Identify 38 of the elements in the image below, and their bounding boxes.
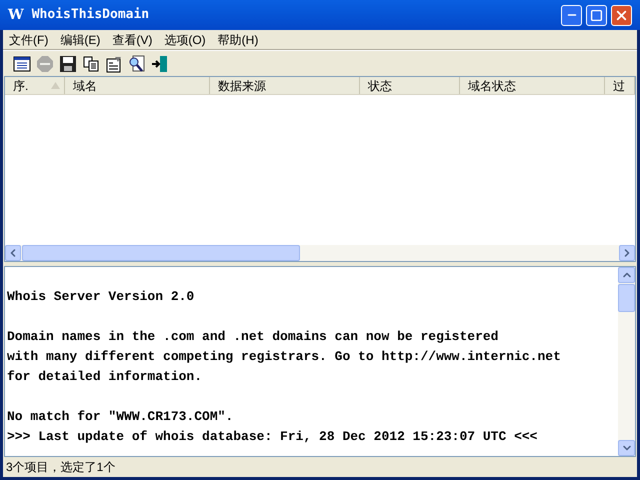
magnifier-document-icon[interactable] (128, 54, 146, 72)
maximize-icon (590, 8, 603, 22)
output-line: with many different competing registrars. Go to http://www.internic.net (7, 348, 562, 366)
exit-door-icon[interactable] (151, 54, 169, 72)
scroll-down-button[interactable] (618, 440, 635, 456)
horizontal-scrollbar[interactable] (5, 245, 635, 261)
column-header[interactable]: 域名状态 (460, 77, 605, 94)
column-header[interactable]: 序. (5, 77, 65, 94)
column-header[interactable]: 状态 (360, 77, 460, 94)
scrollbar-thumb[interactable] (22, 245, 300, 261)
menu-item[interactable]: 编辑(E) (54, 30, 106, 48)
app-logo: W (8, 6, 24, 24)
menu-item[interactable]: 文件(F) (3, 30, 54, 48)
output-line: Whois Server Version 2.0 (7, 288, 196, 306)
output-line: >>> Last update of whois database: Fri, 28 Dec 2012 15:23:07 UTC <<< (7, 428, 538, 446)
output-line: Domain names in the .com and .net domains can now be registered (7, 328, 500, 346)
output-line: No match for "WWW.CR173.COM". (7, 408, 234, 426)
window-title: WhoisThisDomain (32, 6, 150, 24)
minimize-button[interactable] (561, 4, 582, 26)
status-text: 3个项目，选定了1个 (6, 459, 116, 476)
output-line: for detailed information. (7, 368, 204, 386)
column-header[interactable]: 数据来源 (210, 77, 360, 94)
vertical-scrollbar[interactable] (618, 267, 635, 456)
column-header[interactable]: 过 (605, 77, 635, 94)
scroll-up-button[interactable] (618, 267, 635, 283)
column-header[interactable]: 域名 (65, 77, 210, 94)
properties-icon[interactable] (105, 54, 123, 72)
menu-item[interactable]: 选项(O) (158, 30, 212, 48)
menu-item[interactable]: 帮助(H) (212, 30, 264, 48)
menu-item[interactable]: 查看(V) (106, 30, 158, 48)
scrollbar-thumb[interactable] (618, 284, 635, 312)
close-button[interactable] (611, 4, 632, 26)
list-window-icon[interactable] (13, 54, 31, 72)
scroll-right-button[interactable] (619, 245, 635, 261)
scroll-left-button[interactable] (5, 245, 21, 261)
maximize-button[interactable] (586, 4, 607, 26)
copy-icon[interactable] (82, 54, 100, 72)
sort-arrow-icon (51, 82, 60, 89)
